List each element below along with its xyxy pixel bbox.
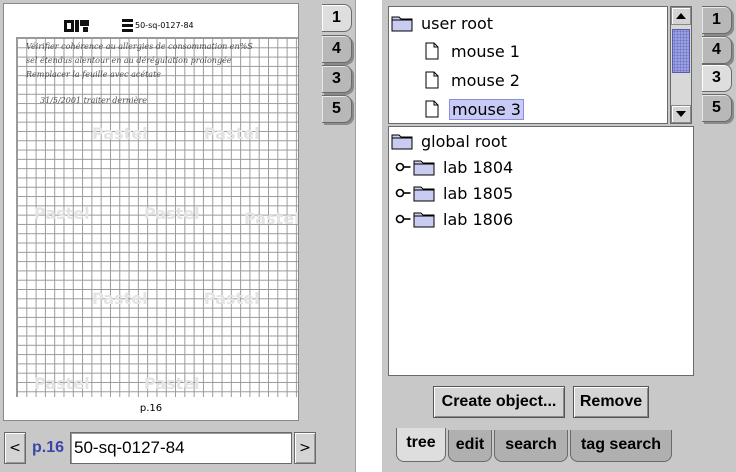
user-tree-scrollbar[interactable]: [670, 6, 692, 124]
side-tab-1[interactable]: 1: [322, 4, 352, 32]
left-panel: 50-sq-0127-84 Pastel Pastel Pastel Paste…: [0, 0, 356, 472]
watermark: Pastel: [204, 124, 260, 143]
remove-button[interactable]: Remove: [573, 386, 649, 418]
file-icon: [425, 42, 439, 60]
handwritten-line: Remplacer la feuille avec acétate: [26, 70, 162, 79]
expand-handle-icon[interactable]: [395, 161, 411, 173]
right-panel: user root mouse 1 mouse 2 mouse 3 global…: [382, 0, 736, 472]
user-tree: user root mouse 1 mouse 2 mouse 3: [388, 6, 668, 124]
prev-page-button[interactable]: <: [4, 432, 26, 464]
tree-node-mouse-2[interactable]: mouse 2: [421, 68, 522, 92]
tab-tag-search[interactable]: tag search: [570, 430, 672, 462]
tree-node-label: user root: [421, 13, 494, 33]
tree-node-label: global root: [421, 131, 507, 151]
folder-icon: [391, 16, 413, 32]
side-tab-1[interactable]: 1: [702, 6, 732, 34]
watermark: Pastel: [34, 204, 90, 223]
side-tab-5[interactable]: 5: [322, 95, 352, 123]
side-tab-5[interactable]: 5: [702, 94, 732, 122]
arrow-up-icon: [676, 13, 686, 19]
tree-node-lab-1804[interactable]: lab 1804: [395, 155, 515, 179]
tree-node-lab-1806[interactable]: lab 1806: [395, 207, 515, 231]
watermark: Pastel: [92, 124, 148, 143]
watermark: Pastel: [144, 374, 200, 393]
handwritten-line: sel étendus alentour en au dérégulation …: [26, 56, 232, 65]
tree-node-user-root[interactable]: user root: [391, 11, 495, 35]
tab-tree[interactable]: tree: [396, 428, 446, 462]
folder-icon: [413, 212, 435, 228]
page-footer: p.16: [139, 403, 163, 414]
folder-icon: [391, 134, 413, 150]
page-label: p.16: [32, 439, 65, 456]
watermark: Pastel: [34, 374, 90, 393]
page-navigation: < p.16 >: [4, 432, 320, 464]
side-tab-3[interactable]: 3: [702, 64, 732, 92]
watermark: Pastel: [92, 289, 148, 308]
expand-handle-icon[interactable]: [395, 187, 411, 199]
watermark: Pastel: [244, 209, 299, 228]
tab-search[interactable]: search: [494, 430, 568, 462]
watermark: Pastel: [204, 289, 260, 308]
tree-node-mouse-3[interactable]: mouse 3: [421, 97, 524, 121]
side-tab-4[interactable]: 4: [702, 36, 732, 64]
document-code: 50-sq-0127-84: [135, 21, 194, 30]
tree-node-label: lab 1805: [443, 183, 514, 203]
side-tab-3[interactable]: 3: [322, 65, 352, 93]
tree-node-label: mouse 3: [449, 98, 524, 120]
scroll-up-button[interactable]: [671, 7, 691, 25]
folder-icon: [413, 160, 435, 176]
logo-icon: [64, 20, 89, 32]
tree-node-mouse-1[interactable]: mouse 1: [421, 39, 522, 63]
scroll-down-button[interactable]: [671, 105, 691, 123]
page-id-input[interactable]: [70, 432, 292, 464]
next-page-button[interactable]: >: [294, 432, 316, 464]
file-icon: [425, 100, 439, 118]
tree-node-label: lab 1804: [443, 157, 514, 177]
tree-node-label: lab 1806: [443, 209, 514, 229]
tree-node-global-root[interactable]: global root: [391, 129, 509, 153]
global-tree: global root lab 1804 lab 1805 lab 1806: [388, 126, 694, 376]
tree-node-label: mouse 2: [451, 70, 520, 90]
scroll-thumb[interactable]: [672, 29, 690, 73]
notebook-page: 50-sq-0127-84 Pastel Pastel Pastel Paste…: [3, 3, 299, 421]
handwritten-line: 31/5/2001 traiter dernière: [40, 96, 147, 105]
barcode-icon: [122, 19, 133, 32]
expand-handle-icon[interactable]: [395, 213, 411, 225]
tree-node-lab-1805[interactable]: lab 1805: [395, 181, 515, 205]
arrow-down-icon: [676, 111, 686, 117]
tree-node-label: mouse 1: [451, 41, 520, 61]
watermark: Pastel: [144, 204, 200, 223]
folder-icon: [413, 186, 435, 202]
side-tab-4[interactable]: 4: [322, 35, 352, 63]
tab-edit[interactable]: edit: [448, 430, 492, 462]
handwritten-line: Véirifier cohérence au allergies de cons…: [26, 42, 253, 51]
file-icon: [425, 71, 439, 89]
create-object-button[interactable]: Create object...: [433, 386, 565, 418]
